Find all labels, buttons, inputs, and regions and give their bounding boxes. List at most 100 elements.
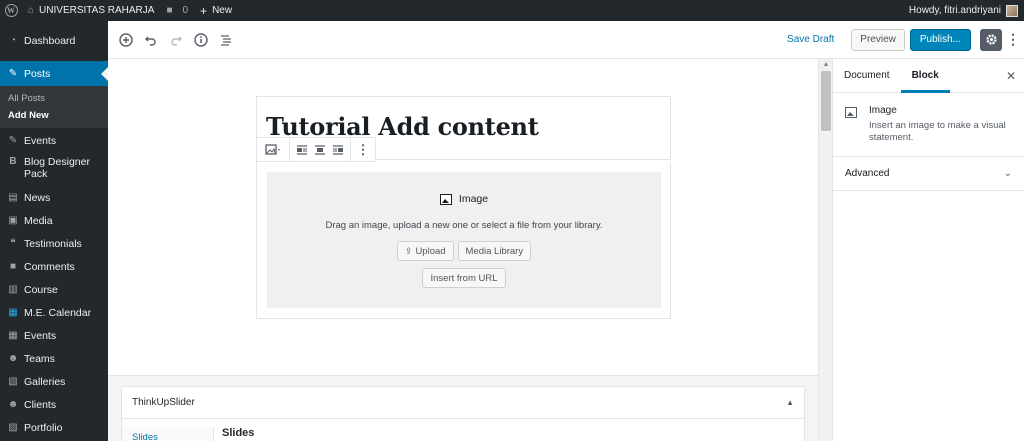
sidebar-item-news[interactable]: ▤ News <box>0 186 108 209</box>
admin-sidebar: ◔ Dashboard ✎ Posts All Posts Add New ✎ … <box>0 21 108 441</box>
site-name-link[interactable]: ⌂ UNIVERSITAS RAHARJA <box>22 0 160 21</box>
image-instructions: Drag an image, upload a new one or selec… <box>325 220 603 231</box>
align-left-icon <box>297 144 307 155</box>
align-right-button[interactable] <box>329 140 347 160</box>
comment-icon: ■ <box>9 261 17 272</box>
editor-scrollbar[interactable]: ▲ <box>818 59 832 441</box>
block-card-description: Insert an image to make a visual stateme… <box>869 120 1006 143</box>
editor-canvas: Tutorial Add content ⋮ Image Drag an ima… <box>108 59 818 441</box>
insert-from-url-button[interactable]: Insert from URL <box>422 268 506 288</box>
comments-count: 0 <box>182 5 189 16</box>
sidebar-item-course[interactable]: ▥ Course <box>0 278 108 301</box>
metabox-header[interactable]: ThinkUpSlider ▲ <box>122 387 804 419</box>
sidebar-item-dashboard[interactable]: ◔ Dashboard <box>0 21 108 61</box>
gear-icon <box>985 34 997 45</box>
sidebar-item-galleries[interactable]: ▧ Galleries <box>0 370 108 393</box>
comments-link[interactable]: ■ 0 <box>160 0 194 21</box>
site-name: UNIVERSITAS RAHARJA <box>39 5 155 16</box>
scroll-up-arrow-icon[interactable]: ▲ <box>819 59 833 71</box>
account-link[interactable]: Howdy, fitri.andriyani <box>909 4 1024 17</box>
submenu-add-new[interactable]: Add New <box>0 107 108 124</box>
preview-button[interactable]: Preview <box>851 28 905 51</box>
align-right-icon <box>333 144 343 155</box>
align-center-button[interactable] <box>311 140 329 160</box>
upload-label: Upload <box>415 245 446 257</box>
change-block-type-button[interactable] <box>260 140 286 160</box>
align-center-icon <box>315 144 325 155</box>
more-options-icon[interactable]: ⋮ <box>1006 29 1020 51</box>
settings-sidebar: Document Block ✕ Image Insert an image t… <box>832 59 1024 441</box>
list-view-icon <box>221 34 231 46</box>
slides-heading: Slides <box>222 427 255 439</box>
quote-icon: ❝ <box>10 238 16 249</box>
undo-icon <box>145 36 156 46</box>
scroll-thumb[interactable] <box>821 71 831 131</box>
calendar-icon: ▦ <box>8 307 18 318</box>
avatar <box>1006 4 1018 17</box>
plus-circle-icon <box>119 32 133 47</box>
block-toolbar: ⋮ <box>256 137 376 162</box>
wordpress-logo-icon[interactable]: W <box>0 0 22 21</box>
posts-submenu: All Posts Add New <box>0 86 108 128</box>
block-more-options-icon[interactable]: ⋮ <box>354 140 372 160</box>
upload-button[interactable]: ⇪ Upload <box>396 241 454 261</box>
sidebar-item-testimonials[interactable]: ❝ Testimonials <box>0 232 108 255</box>
sidebar-item-me-calendar[interactable]: ▦ M.E. Calendar <box>0 301 108 324</box>
add-block-button[interactable] <box>114 28 138 52</box>
thinkupslider-panel: ThinkUpSlider ▲ Slides Slides <box>121 386 805 441</box>
image-icon <box>265 143 280 155</box>
sidebar-item-comments[interactable]: ■ Comments <box>0 255 108 278</box>
events-calendar-icon: ▦ <box>8 330 18 341</box>
media-icon: ▣ <box>8 215 18 226</box>
plus-icon: + <box>200 3 208 18</box>
sidebar-item-portfolio[interactable]: ▨ Portfolio <box>0 416 108 439</box>
tab-document[interactable]: Document <box>833 59 901 93</box>
info-icon <box>194 32 208 47</box>
course-icon: ▥ <box>8 284 18 295</box>
editor-toolbar: Save Draft Preview Publish... ⋮ <box>108 21 1024 59</box>
tab-block[interactable]: Block <box>901 59 950 93</box>
redo-button[interactable] <box>164 28 188 52</box>
save-draft-button[interactable]: Save Draft <box>787 34 834 45</box>
upload-icon: ⇪ <box>404 245 413 256</box>
content-info-button[interactable] <box>189 28 213 52</box>
collapse-arrow-icon[interactable]: ▲ <box>786 398 794 407</box>
metabox-title: ThinkUpSlider <box>132 397 195 408</box>
sidebar-item-teams[interactable]: ☻ Teams <box>0 347 108 370</box>
image-icon <box>439 193 452 205</box>
slides-tab[interactable]: Slides <box>122 427 214 441</box>
image-block[interactable]: Image Drag an image, upload a new one or… <box>256 162 671 319</box>
pin-icon: ✎ <box>8 68 18 79</box>
sidebar-item-clients[interactable]: ☻ Clients <box>0 393 108 416</box>
sidebar-item-events[interactable]: ✎ Events <box>0 128 108 151</box>
teams-icon: ☻ <box>7 353 19 364</box>
home-icon: ⌂ <box>28 5 35 16</box>
advanced-label: Advanced <box>845 168 890 179</box>
undo-button[interactable] <box>139 28 163 52</box>
image-placeholder: Image Drag an image, upload a new one or… <box>267 172 661 308</box>
comment-bubble-icon: ■ <box>166 5 173 16</box>
new-content-link[interactable]: + New <box>194 0 238 21</box>
align-left-button[interactable] <box>293 140 311 160</box>
block-navigation-button[interactable] <box>214 28 238 52</box>
advanced-panel-toggle[interactable]: Advanced ⌄ <box>833 157 1024 191</box>
publish-button[interactable]: Publish... <box>909 28 971 51</box>
block-card-title: Image <box>869 105 897 116</box>
news-icon: ▤ <box>8 192 18 203</box>
submenu-all-posts[interactable]: All Posts <box>0 90 108 107</box>
image-icon <box>845 107 857 118</box>
clients-icon: ☻ <box>7 399 19 410</box>
sidebar-item-events-calendar[interactable]: ▦ Events <box>0 324 108 347</box>
media-library-button[interactable]: Media Library <box>457 241 532 261</box>
new-label: New <box>212 5 233 16</box>
sidebar-item-posts[interactable]: ✎ Posts <box>0 61 108 86</box>
sidebar-item-media[interactable]: ▣ Media <box>0 209 108 232</box>
metabox-area: ThinkUpSlider ▲ Slides Slides <box>108 375 818 441</box>
block-card: Image Insert an image to make a visual s… <box>833 93 1024 157</box>
portfolio-icon: ▨ <box>8 422 18 433</box>
pin-icon: ✎ <box>8 135 18 146</box>
b-icon: B <box>9 156 17 167</box>
sidebar-item-blog-designer-pack[interactable]: B Blog Designer Pack <box>0 151 108 186</box>
settings-button[interactable] <box>980 28 1002 51</box>
close-icon[interactable]: ✕ <box>998 69 1024 83</box>
